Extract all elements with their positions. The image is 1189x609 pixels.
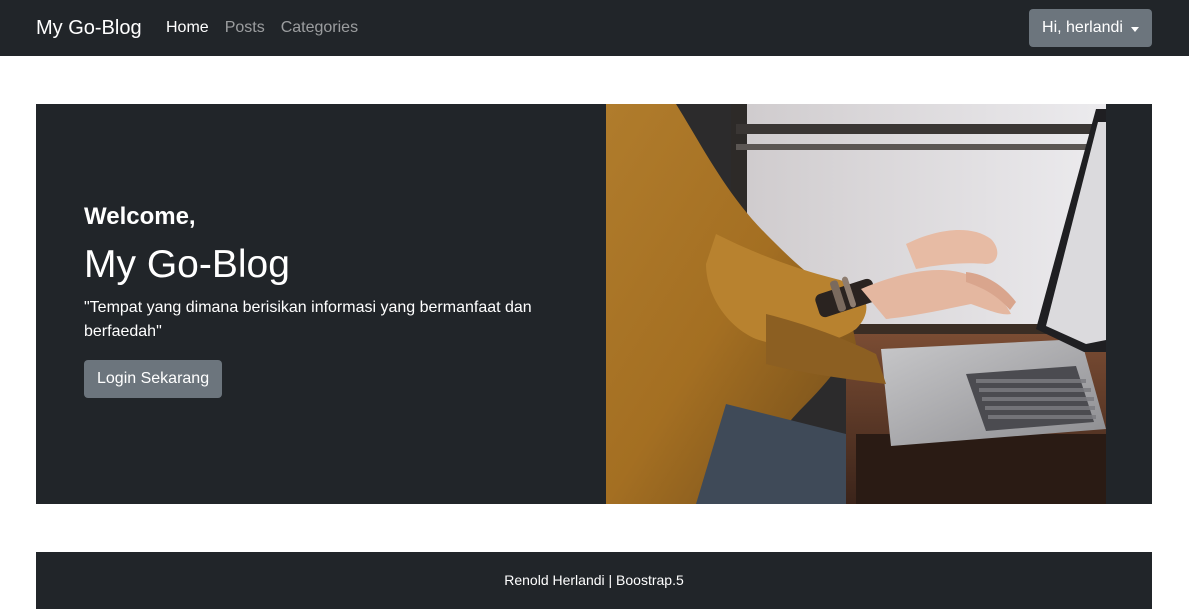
- hero-banner: Welcome, My Go-Blog "Tempat yang dimana …: [36, 104, 1152, 504]
- hero-welcome: Welcome,: [84, 203, 196, 230]
- brand-link[interactable]: My Go-Blog: [36, 15, 142, 41]
- hero-title: My Go-Blog: [84, 243, 290, 286]
- hero-text: Welcome, My Go-Blog "Tempat yang dimana …: [84, 202, 554, 398]
- hero-image: [606, 104, 1106, 504]
- laptop-typing-photo: [606, 104, 1106, 504]
- nav-link-posts[interactable]: Posts: [225, 18, 265, 38]
- caret-down-icon: [1130, 26, 1139, 32]
- nav-link-categories[interactable]: Categories: [281, 18, 358, 38]
- nav-link-home[interactable]: Home: [166, 18, 209, 38]
- user-dropdown-label: Hi, herlandi: [1042, 19, 1123, 36]
- hero-tagline: "Tempat yang dimana berisikan informasi …: [84, 299, 532, 340]
- nav-links: Home Posts Categories: [166, 18, 358, 38]
- footer: Renold Herlandi | Boostrap.5: [36, 552, 1152, 609]
- login-button[interactable]: Login Sekarang: [84, 360, 223, 398]
- navbar: My Go-Blog Home Posts Categories Hi, her…: [0, 0, 1189, 56]
- user-dropdown-button[interactable]: Hi, herlandi: [1029, 9, 1152, 47]
- footer-text: Renold Herlandi | Boostrap.5: [504, 571, 684, 588]
